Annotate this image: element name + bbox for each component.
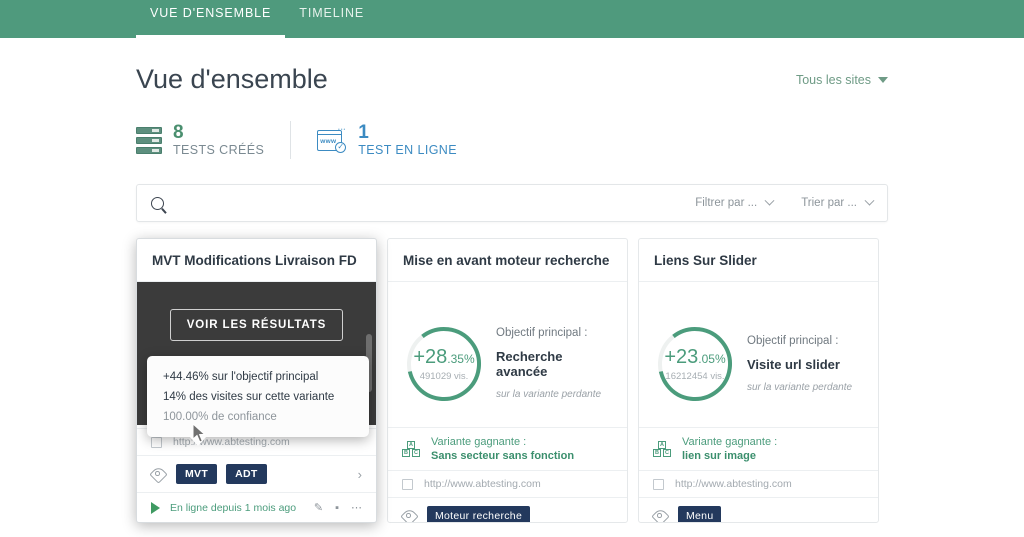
card-tags-row: Moteur recherche	[388, 497, 627, 522]
donut-visits: 16212454 vis.	[665, 370, 725, 382]
top-navigation-bar: VUE D'ENSEMBLE TIMELINE	[0, 0, 1024, 38]
tooltip-line: 100.00% de confiance	[163, 411, 277, 423]
card-url: http://www.abtesting.com	[424, 478, 541, 490]
stat-value: 8	[173, 122, 184, 144]
stat-test-en-ligne: ••• www ✓ 1 TEST EN LIGNE	[317, 123, 457, 157]
tab-vue-densemble[interactable]: VUE D'ENSEMBLE	[136, 0, 286, 38]
tab-timeline[interactable]: TIMELINE	[285, 0, 378, 38]
card-url-row[interactable]: http://www.abtesting.com	[388, 470, 627, 497]
goal-note: sur la variante perdante	[496, 389, 602, 400]
card-title: Mise en avant moteur recherche	[403, 252, 610, 268]
card-title: Liens Sur Slider	[654, 252, 757, 268]
page-icon	[653, 478, 664, 490]
search-icon[interactable]	[151, 196, 164, 210]
tag-icon	[151, 467, 167, 481]
donut-decimal: .35%	[447, 351, 475, 366]
donut-visits: 491029 vis.	[419, 370, 469, 382]
donut-sign-integer: +28	[413, 345, 448, 368]
tag-icon	[653, 509, 669, 522]
stat-tests-crees: 8 TESTS CRÉÉS	[136, 123, 264, 157]
page-icon	[402, 478, 413, 490]
tag-chip[interactable]: Menu	[678, 506, 722, 522]
tab-label: VUE D'ENSEMBLE	[150, 6, 272, 20]
filter-by-dropdown[interactable]: Filtrer par ...	[695, 195, 775, 209]
test-card-mise-en-avant-moteur-recherche[interactable]: Mise en avant moteur recherche +28.35% 4…	[387, 238, 628, 523]
card-header: MVT Modifications Livraison FD	[137, 239, 376, 282]
divider	[290, 121, 292, 159]
stats-row: 8 TESTS CRÉÉS ••• www ✓ 1 TEST EN LIGNE	[136, 121, 888, 159]
chevron-down-icon	[878, 76, 888, 83]
goal-value: Recherche avancée	[496, 349, 563, 379]
voir-les-resultats-button[interactable]: VOIR LES RÉSULTATS	[169, 309, 344, 341]
more-icon[interactable]: ⋯	[351, 501, 362, 514]
tag-chip[interactable]: Moteur recherche	[427, 506, 531, 522]
variant-abc-icon: ABC	[402, 440, 421, 458]
stat-value: 1	[358, 122, 369, 144]
edit-icon[interactable]: ✎	[314, 501, 323, 514]
sort-by-dropdown[interactable]: Trier par ...	[801, 195, 875, 209]
winner-value: lien sur image	[682, 450, 756, 462]
chevron-down-icon	[864, 195, 875, 206]
search-input[interactable]	[176, 195, 668, 211]
duplicate-icon[interactable]: ▪	[335, 502, 339, 514]
page-title: Vue d'ensemble	[136, 64, 328, 94]
tag-chip[interactable]: ADT	[226, 464, 267, 484]
donut-sign-integer: +23	[664, 345, 699, 368]
uplift-donut-chart: +23.05% 16212454 vis.	[653, 322, 737, 406]
goal-label: Objectif principal :	[496, 327, 588, 339]
chevron-right-icon[interactable]: ›	[358, 467, 362, 482]
card-tags-row: Menu	[639, 497, 878, 522]
goal-label: Objectif principal :	[747, 334, 839, 347]
stat-label: TEST EN LIGNE	[358, 142, 457, 157]
sort-by-label: Trier par ...	[801, 197, 857, 209]
variant-abc-icon: ABC	[653, 440, 672, 458]
tag-chip[interactable]: MVT	[176, 464, 218, 484]
tooltip-line: 14% des visites sur cette variante	[163, 391, 335, 403]
card-status-row: En ligne depuis 1 mois ago ✎ ▪ ⋯	[137, 492, 376, 522]
goal-note: sur la variante perdante	[747, 381, 853, 393]
goal-value: Visite url slider	[747, 356, 840, 372]
card-body: +28.35% 491029 vis. Objectif principal :…	[388, 282, 627, 427]
card-winner-row: ABC Variante gagnante : lien sur image	[639, 427, 878, 470]
donut-decimal: .05%	[698, 351, 726, 366]
server-icon	[136, 126, 162, 154]
site-selector-dropdown[interactable]: Tous les sites	[796, 73, 888, 87]
winner-value: Sans secteur sans fonction	[431, 450, 575, 462]
play-status-icon	[151, 501, 160, 514]
card-url: http://www.abtesting.com	[675, 478, 792, 490]
www-browser-icon: ••• www ✓	[317, 127, 347, 154]
card-winner-row: ABC Variante gagnante : Sans secteur san…	[388, 427, 627, 470]
site-selector-label: Tous les sites	[795, 72, 871, 87]
card-url-row[interactable]: http://www.abtesting.com	[639, 470, 878, 497]
filter-by-label: Filtrer par ...	[695, 197, 758, 209]
card-header: Liens Sur Slider	[639, 239, 878, 282]
tab-label: TIMELINE	[299, 6, 365, 20]
card-tags-row: MVT ADT ›	[137, 455, 376, 492]
test-card-liens-sur-slider[interactable]: Liens Sur Slider +23.05% 16212454 vis. O…	[638, 238, 879, 523]
title-row: Vue d'ensemble Tous les sites	[136, 38, 888, 95]
test-card-mvt-modifications-livraison-fd[interactable]: MVT Modifications Livraison FD VOIR LES …	[136, 238, 377, 523]
page-container: Vue d'ensemble Tous les sites 8 TESTS CR…	[0, 38, 1024, 523]
test-cards-grid: MVT Modifications Livraison FD VOIR LES …	[136, 238, 888, 523]
card-title: MVT Modifications Livraison FD	[152, 252, 357, 268]
uplift-donut-chart: +28.35% 491029 vis.	[402, 322, 486, 406]
tooltip-line: +44.46% sur l'objectif principal	[163, 371, 319, 383]
card-body: +23.05% 16212454 vis. Objectif principal…	[639, 282, 878, 427]
card-status-text: En ligne depuis 1 mois ago	[170, 501, 297, 514]
page-icon	[151, 436, 162, 448]
stat-label: TESTS CRÉÉS	[173, 142, 265, 157]
chevron-down-icon	[764, 195, 775, 206]
search-filter-bar: Filtrer par ... Trier par ...	[136, 184, 888, 222]
tag-icon	[402, 509, 418, 522]
card-tooltip: +44.46% sur l'objectif principal 14% des…	[147, 356, 369, 446]
winner-label: Variante gagnante :	[431, 436, 527, 448]
winner-label: Variante gagnante :	[682, 436, 778, 448]
card-header: Mise en avant moteur recherche	[388, 239, 627, 282]
